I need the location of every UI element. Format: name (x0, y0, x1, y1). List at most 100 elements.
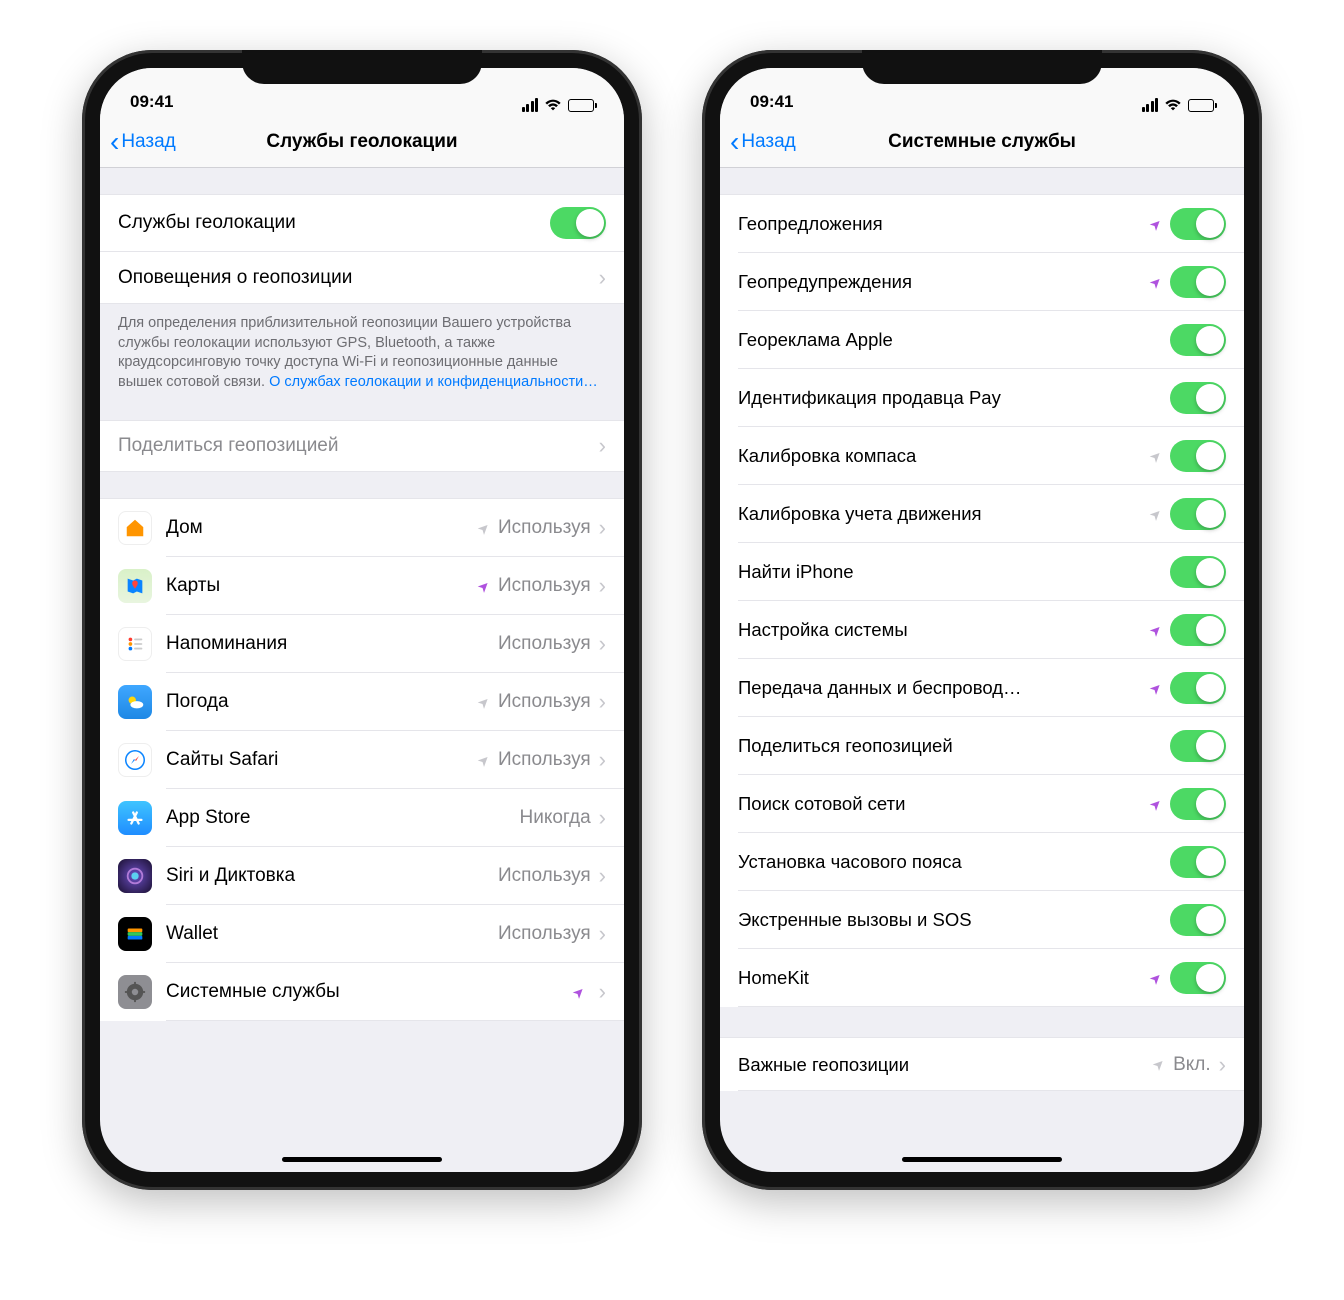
significant-locations-section: Важные геопозиции ➤Вкл. › (720, 1037, 1244, 1091)
back-button[interactable]: ‹ Назад (110, 128, 176, 156)
system-service-row[interactable]: Калибровка учета движения ➤ (720, 485, 1244, 543)
system-service-row[interactable]: Найти iPhone (720, 543, 1244, 601)
app-status: Используя (498, 633, 591, 655)
service-name: HomeKit (738, 967, 1150, 989)
maps-icon (118, 569, 152, 603)
system-service-row[interactable]: Установка часового пояса (720, 833, 1244, 891)
status-icons (522, 98, 595, 112)
system-service-row[interactable]: Настройка системы ➤ (720, 601, 1244, 659)
toggle-switch[interactable] (1170, 846, 1226, 878)
toggle-switch[interactable] (1170, 324, 1226, 356)
toggle-switch[interactable] (1170, 556, 1226, 588)
home-icon (118, 511, 152, 545)
service-name: Калибровка учета движения (738, 503, 1150, 525)
app-name: App Store (166, 807, 520, 829)
toggle-switch[interactable] (1170, 498, 1226, 530)
content-right[interactable]: Геопредложения ➤Геопредупреждения ➤ Георе… (720, 168, 1244, 1172)
home-indicator[interactable] (282, 1157, 442, 1162)
system-service-row[interactable]: Поделиться геопозицией (720, 717, 1244, 775)
app-name: Системные службы (166, 981, 573, 1003)
app-row-maps[interactable]: Карты ➤Используя› (100, 557, 624, 615)
screen-right: 09:41 ‹ Назад Системные службы Геопредло… (720, 68, 1244, 1172)
status-time: 09:41 (130, 92, 173, 112)
app-status: Никогда (520, 807, 591, 829)
back-label: Назад (741, 131, 795, 153)
toggle-switch[interactable] (1170, 672, 1226, 704)
privacy-link[interactable]: О службах геолокации и конфиденциальност… (269, 374, 598, 390)
cell-label: Службы геолокации (118, 212, 550, 234)
battery-icon (1188, 99, 1214, 112)
chevron-left-icon: ‹ (110, 128, 119, 156)
phone-right: 09:41 ‹ Назад Системные службы Геопредло… (702, 50, 1262, 1190)
system-service-row[interactable]: HomeKit ➤ (720, 949, 1244, 1007)
content-left[interactable]: Службы геолокации Оповещения о геопозици… (100, 168, 624, 1172)
app-name: Напоминания (166, 633, 498, 655)
toggle-switch[interactable] (1170, 962, 1226, 994)
service-name: Экстренные вызовы и SOS (738, 909, 1170, 931)
app-status: Используя (498, 691, 591, 713)
weather-icon (118, 685, 152, 719)
toggle-switch[interactable] (1170, 730, 1226, 762)
siri-icon (118, 859, 152, 893)
app-row-home[interactable]: Дом ➤Используя› (100, 498, 624, 557)
toggle-switch[interactable] (1170, 208, 1226, 240)
app-name: Карты (166, 575, 478, 597)
system-service-row[interactable]: Геопредупреждения ➤ (720, 253, 1244, 311)
chevron-right-icon: › (599, 631, 606, 657)
service-name: Геореклама Apple (738, 329, 1170, 351)
service-name: Передача данных и беспровод… (738, 677, 1150, 699)
system-service-row[interactable]: Поиск сотовой сети ➤ (720, 775, 1244, 833)
back-button[interactable]: ‹ Назад (730, 128, 796, 156)
nav-title: Системные службы (720, 131, 1244, 153)
app-name: Siri и Диктовка (166, 865, 498, 887)
toggle-switch[interactable] (1170, 382, 1226, 414)
app-row-gear[interactable]: Системные службы ➤› (100, 963, 624, 1021)
chevron-right-icon: › (599, 863, 606, 889)
app-row-appstore[interactable]: App Store Никогда › (100, 789, 624, 847)
status-icons (1142, 98, 1215, 112)
system-service-row[interactable]: Идентификация продавца Pay (720, 369, 1244, 427)
home-indicator[interactable] (902, 1157, 1062, 1162)
back-label: Назад (121, 131, 175, 153)
service-name: Идентификация продавца Pay (738, 387, 1170, 409)
service-name: Настройка системы (738, 619, 1150, 641)
app-row-wallet[interactable]: Wallet Используя› (100, 905, 624, 963)
chevron-right-icon: › (1219, 1052, 1226, 1078)
toggle-switch[interactable] (1170, 788, 1226, 820)
app-row-reminders[interactable]: Напоминания Используя › (100, 615, 624, 673)
status-time: 09:41 (750, 92, 793, 112)
toggle-switch[interactable] (1170, 440, 1226, 472)
appstore-icon (118, 801, 152, 835)
chevron-right-icon: › (599, 805, 606, 831)
app-row-weather[interactable]: Погода ➤Используя› (100, 673, 624, 731)
app-row-siri[interactable]: Siri и Диктовка Используя› (100, 847, 624, 905)
significant-locations-row[interactable]: Важные геопозиции ➤Вкл. › (720, 1037, 1244, 1091)
toggle-switch[interactable] (1170, 614, 1226, 646)
system-service-row[interactable]: Экстренные вызовы и SOS (720, 891, 1244, 949)
system-service-row[interactable]: Геореклама Apple (720, 311, 1244, 369)
notch (862, 50, 1102, 84)
location-alerts-row[interactable]: Оповещения о геопозиции › (100, 252, 624, 304)
cell-label: Оповещения о геопозиции (118, 267, 593, 289)
signal-icon (1142, 98, 1159, 112)
toggle-switch[interactable] (1170, 904, 1226, 936)
service-name: Геопредупреждения (738, 271, 1150, 293)
chevron-right-icon: › (599, 747, 606, 773)
service-status: Вкл. (1173, 1054, 1211, 1076)
app-row-safari[interactable]: Сайты Safari ➤Используя› (100, 731, 624, 789)
toggle-switch[interactable] (1170, 266, 1226, 298)
system-service-row[interactable]: Калибровка компаса ➤ (720, 427, 1244, 485)
wifi-icon (544, 98, 562, 112)
footer-text: Для определения приблизительной геопозиц… (100, 304, 624, 406)
chevron-right-icon: › (599, 433, 606, 459)
toggle-switch[interactable] (550, 207, 606, 239)
app-name: Дом (166, 517, 478, 539)
app-status: Используя (498, 749, 591, 771)
location-services-toggle-row[interactable]: Службы геолокации (100, 194, 624, 252)
gear-icon (118, 975, 152, 1009)
system-service-row[interactable]: Передача данных и беспровод… ➤ (720, 659, 1244, 717)
chevron-right-icon: › (599, 921, 606, 947)
app-name: Сайты Safari (166, 749, 478, 771)
system-service-row[interactable]: Геопредложения ➤ (720, 194, 1244, 253)
share-location-row[interactable]: Поделиться геопозицией › (100, 420, 624, 472)
